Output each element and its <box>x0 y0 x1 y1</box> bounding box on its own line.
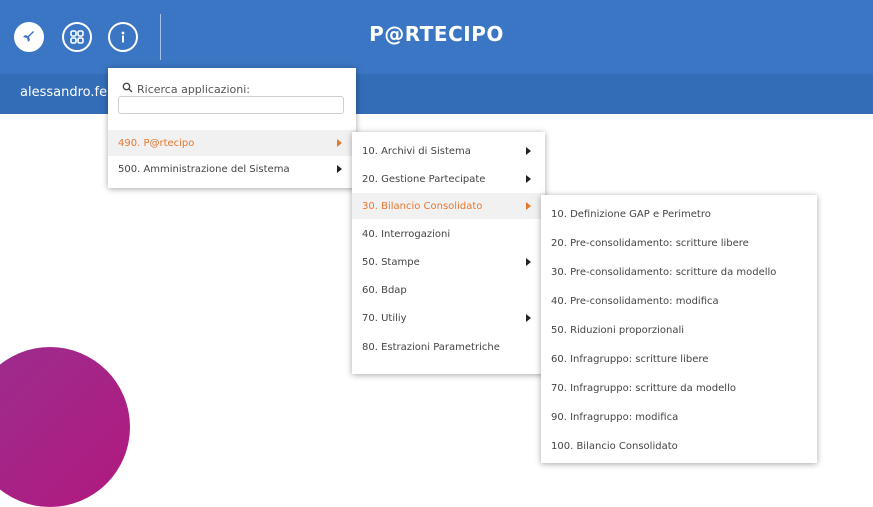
chevron-right-icon <box>337 165 342 173</box>
chevron-right-icon <box>526 147 531 155</box>
menu-item-label: 30. Pre-consolidamento: scritture da mod… <box>551 266 777 278</box>
menu-item-label: 20. Gestione Partecipate <box>362 173 486 185</box>
menu-item-interrogazioni[interactable]: 40. Interrogazioni <box>352 221 545 247</box>
menu-item-label: 10. Archivi di Sistema <box>362 145 471 157</box>
menu-item-label: 490. P@rtecipo <box>118 137 195 149</box>
menu-item-definizione-gap[interactable]: 10. Definizione GAP e Perimetro <box>541 201 817 227</box>
menu-item-gestione[interactable]: 20. Gestione Partecipate <box>352 166 545 192</box>
menu-item-preconsolidamento-libere[interactable]: 20. Pre-consolidamento: scritture libere <box>541 230 817 256</box>
menu-item-infragruppo-modello[interactable]: 70. Infragruppo: scritture da modello <box>541 375 817 401</box>
menu-item-riduzioni[interactable]: 50. Riduzioni proporzionali <box>541 317 817 343</box>
menu-item-amministrazione[interactable]: 500. Amministrazione del Sistema <box>108 156 356 182</box>
menu-item-preconsolidamento-modello[interactable]: 30. Pre-consolidamento: scritture da mod… <box>541 259 817 285</box>
chevron-right-icon <box>337 139 342 147</box>
bilancio-submenu: 10. Definizione GAP e Perimetro 20. Pre-… <box>541 195 817 463</box>
menu-item-label: 60. Infragruppo: scritture libere <box>551 353 709 365</box>
menu-item-label: 500. Amministrazione del Sistema <box>118 163 290 175</box>
menu-item-label: 50. Riduzioni proporzionali <box>551 324 685 336</box>
menu-item-stampe[interactable]: 50. Stampe <box>352 249 545 275</box>
chevron-right-icon <box>526 314 531 322</box>
menu-item-partecipo[interactable]: 490. P@rtecipo <box>108 130 356 156</box>
applications-menu: Ricerca applicazioni: 490. P@rtecipo 500… <box>108 68 356 188</box>
search-label: Ricerca applicazioni: <box>122 82 250 96</box>
menu-item-label: 60. Bdap <box>362 284 407 296</box>
menu-item-label: 40. Pre-consolidamento: modifica <box>551 295 719 307</box>
menu-item-infragruppo-modifica[interactable]: 90. Infragruppo: modifica <box>541 404 817 430</box>
menu-item-label: 80. Estrazioni Parametriche <box>362 341 500 353</box>
partecipo-submenu: 10. Archivi di Sistema 20. Gestione Part… <box>352 132 545 374</box>
menu-item-archivi[interactable]: 10. Archivi di Sistema <box>352 138 545 164</box>
menu-item-bilancio-consolidato[interactable]: 100. Bilancio Consolidato <box>541 433 817 459</box>
username[interactable]: alessandro.fe <box>20 85 107 100</box>
search-label-text: Ricerca applicazioni: <box>137 82 250 96</box>
menu-item-utiliy[interactable]: 70. Utiliy <box>352 305 545 331</box>
menu-item-label: 30. Bilancio Consolidato <box>362 200 483 212</box>
menu-item-label: 10. Definizione GAP e Perimetro <box>551 208 711 220</box>
menu-item-label: 70. Infragruppo: scritture da modello <box>551 382 736 394</box>
menu-item-label: 90. Infragruppo: modifica <box>551 411 679 423</box>
top-header: P@RTECIPO <box>0 0 873 74</box>
chevron-right-icon <box>526 258 531 266</box>
menu-item-label: 20. Pre-consolidamento: scritture libere <box>551 237 749 249</box>
menu-item-label: 70. Utiliy <box>362 312 407 324</box>
menu-item-bilancio[interactable]: 30. Bilancio Consolidato <box>352 193 545 219</box>
search-input[interactable] <box>118 96 344 114</box>
chevron-right-icon <box>526 202 531 210</box>
menu-item-estrazioni[interactable]: 80. Estrazioni Parametriche <box>352 334 545 360</box>
menu-item-label: 40. Interrogazioni <box>362 228 451 240</box>
decorative-circle <box>0 347 130 507</box>
menu-item-preconsolidamento-modifica[interactable]: 40. Pre-consolidamento: modifica <box>541 288 817 314</box>
menu-item-infragruppo-libere[interactable]: 60. Infragruppo: scritture libere <box>541 346 817 372</box>
menu-item-label: 50. Stampe <box>362 256 420 268</box>
menu-item-label: 100. Bilancio Consolidato <box>551 440 678 452</box>
menu-item-bdap[interactable]: 60. Bdap <box>352 277 545 303</box>
app-title: P@RTECIPO <box>369 22 504 46</box>
chevron-right-icon <box>526 175 531 183</box>
search-icon <box>122 82 133 96</box>
